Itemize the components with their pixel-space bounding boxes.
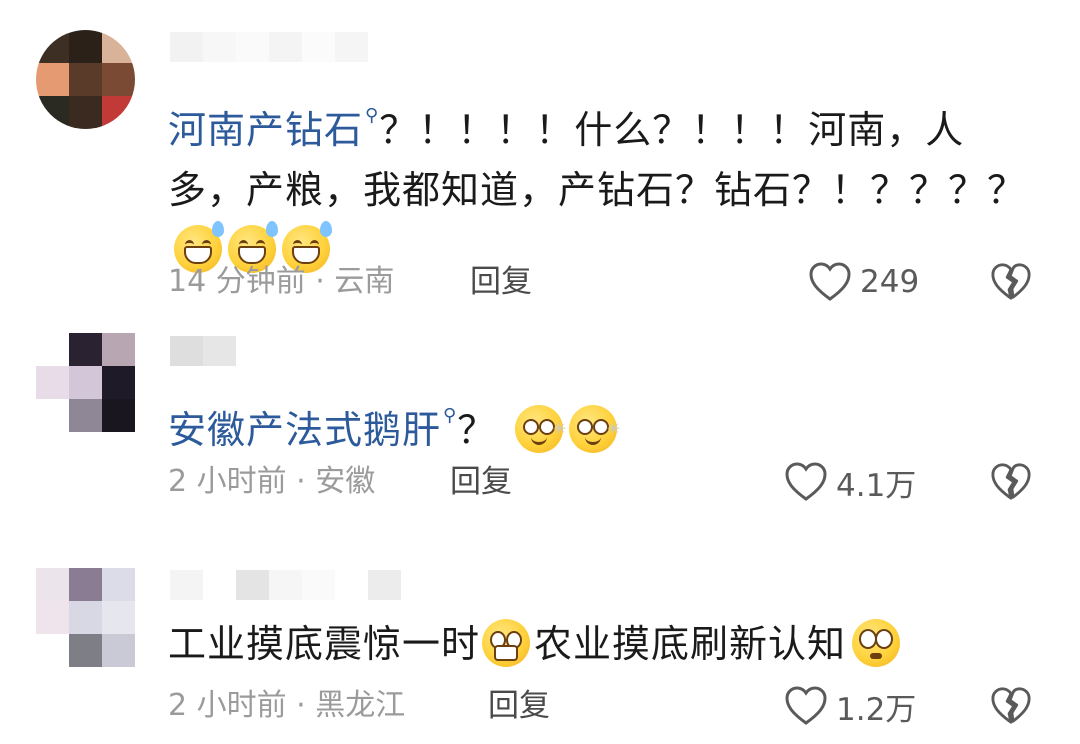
search-icon[interactable]: ⚲: [443, 405, 457, 426]
avatar[interactable]: [36, 568, 135, 667]
comment-text-part-2: 农业摸底刷新认知: [534, 622, 847, 666]
search-icon[interactable]: ⚲: [365, 105, 379, 126]
username-redacted[interactable]: [170, 570, 401, 600]
broken-heart-icon[interactable]: [990, 262, 1032, 302]
reply-button[interactable]: 回复: [470, 260, 532, 304]
search-highlight-link[interactable]: 河南产钻石: [168, 108, 363, 152]
comment-text-part-1: 工业摸底震惊一时: [168, 622, 481, 666]
pleading-face-emoji: [852, 619, 901, 667]
like-button[interactable]: 4.1万: [784, 460, 916, 504]
heart-outline-icon: [785, 686, 827, 725]
comment-text: 安徽产法式鹅肝 ⚲？ ✳ ✳: [168, 386, 1040, 460]
comment-meta: 2 小时前 · 黑龙江: [168, 688, 406, 723]
like-count: 1.2万: [836, 691, 917, 728]
reply-button[interactable]: 回复: [488, 684, 550, 728]
username-redacted[interactable]: [170, 336, 236, 366]
avatar[interactable]: [36, 30, 135, 129]
avatar[interactable]: [36, 333, 135, 432]
comment-text: 工业摸底震惊一时 农业摸底刷新认知: [168, 614, 1040, 674]
dizzy-face-emoji: ✳: [515, 405, 566, 453]
dizzy-face-emoji: ✳: [569, 405, 620, 453]
like-button[interactable]: 249: [808, 260, 919, 304]
heart-outline-icon: [785, 462, 827, 501]
like-button[interactable]: 1.2万: [784, 684, 916, 728]
comment-text-rest: ？: [457, 408, 497, 452]
broken-heart-icon[interactable]: [990, 462, 1032, 502]
comment-text: 河南产钻石 ⚲？！！！！什么？！！！河南，人多，产粮，我都知道，产钻石？钻石？！？…: [168, 86, 1040, 280]
shocked-face-emoji: [482, 619, 531, 667]
username-redacted[interactable]: [170, 32, 368, 62]
comment-meta: 14 分钟前 · 云南: [168, 264, 395, 299]
comment-meta: 2 小时前 · 安徽: [168, 464, 376, 499]
broken-heart-icon[interactable]: [990, 686, 1032, 726]
heart-outline-icon: [809, 262, 851, 301]
reply-button[interactable]: 回复: [450, 460, 512, 504]
like-count: 4.1万: [836, 467, 917, 504]
like-count: 249: [860, 264, 920, 300]
search-highlight-link[interactable]: 安徽产法式鹅肝: [168, 408, 441, 452]
